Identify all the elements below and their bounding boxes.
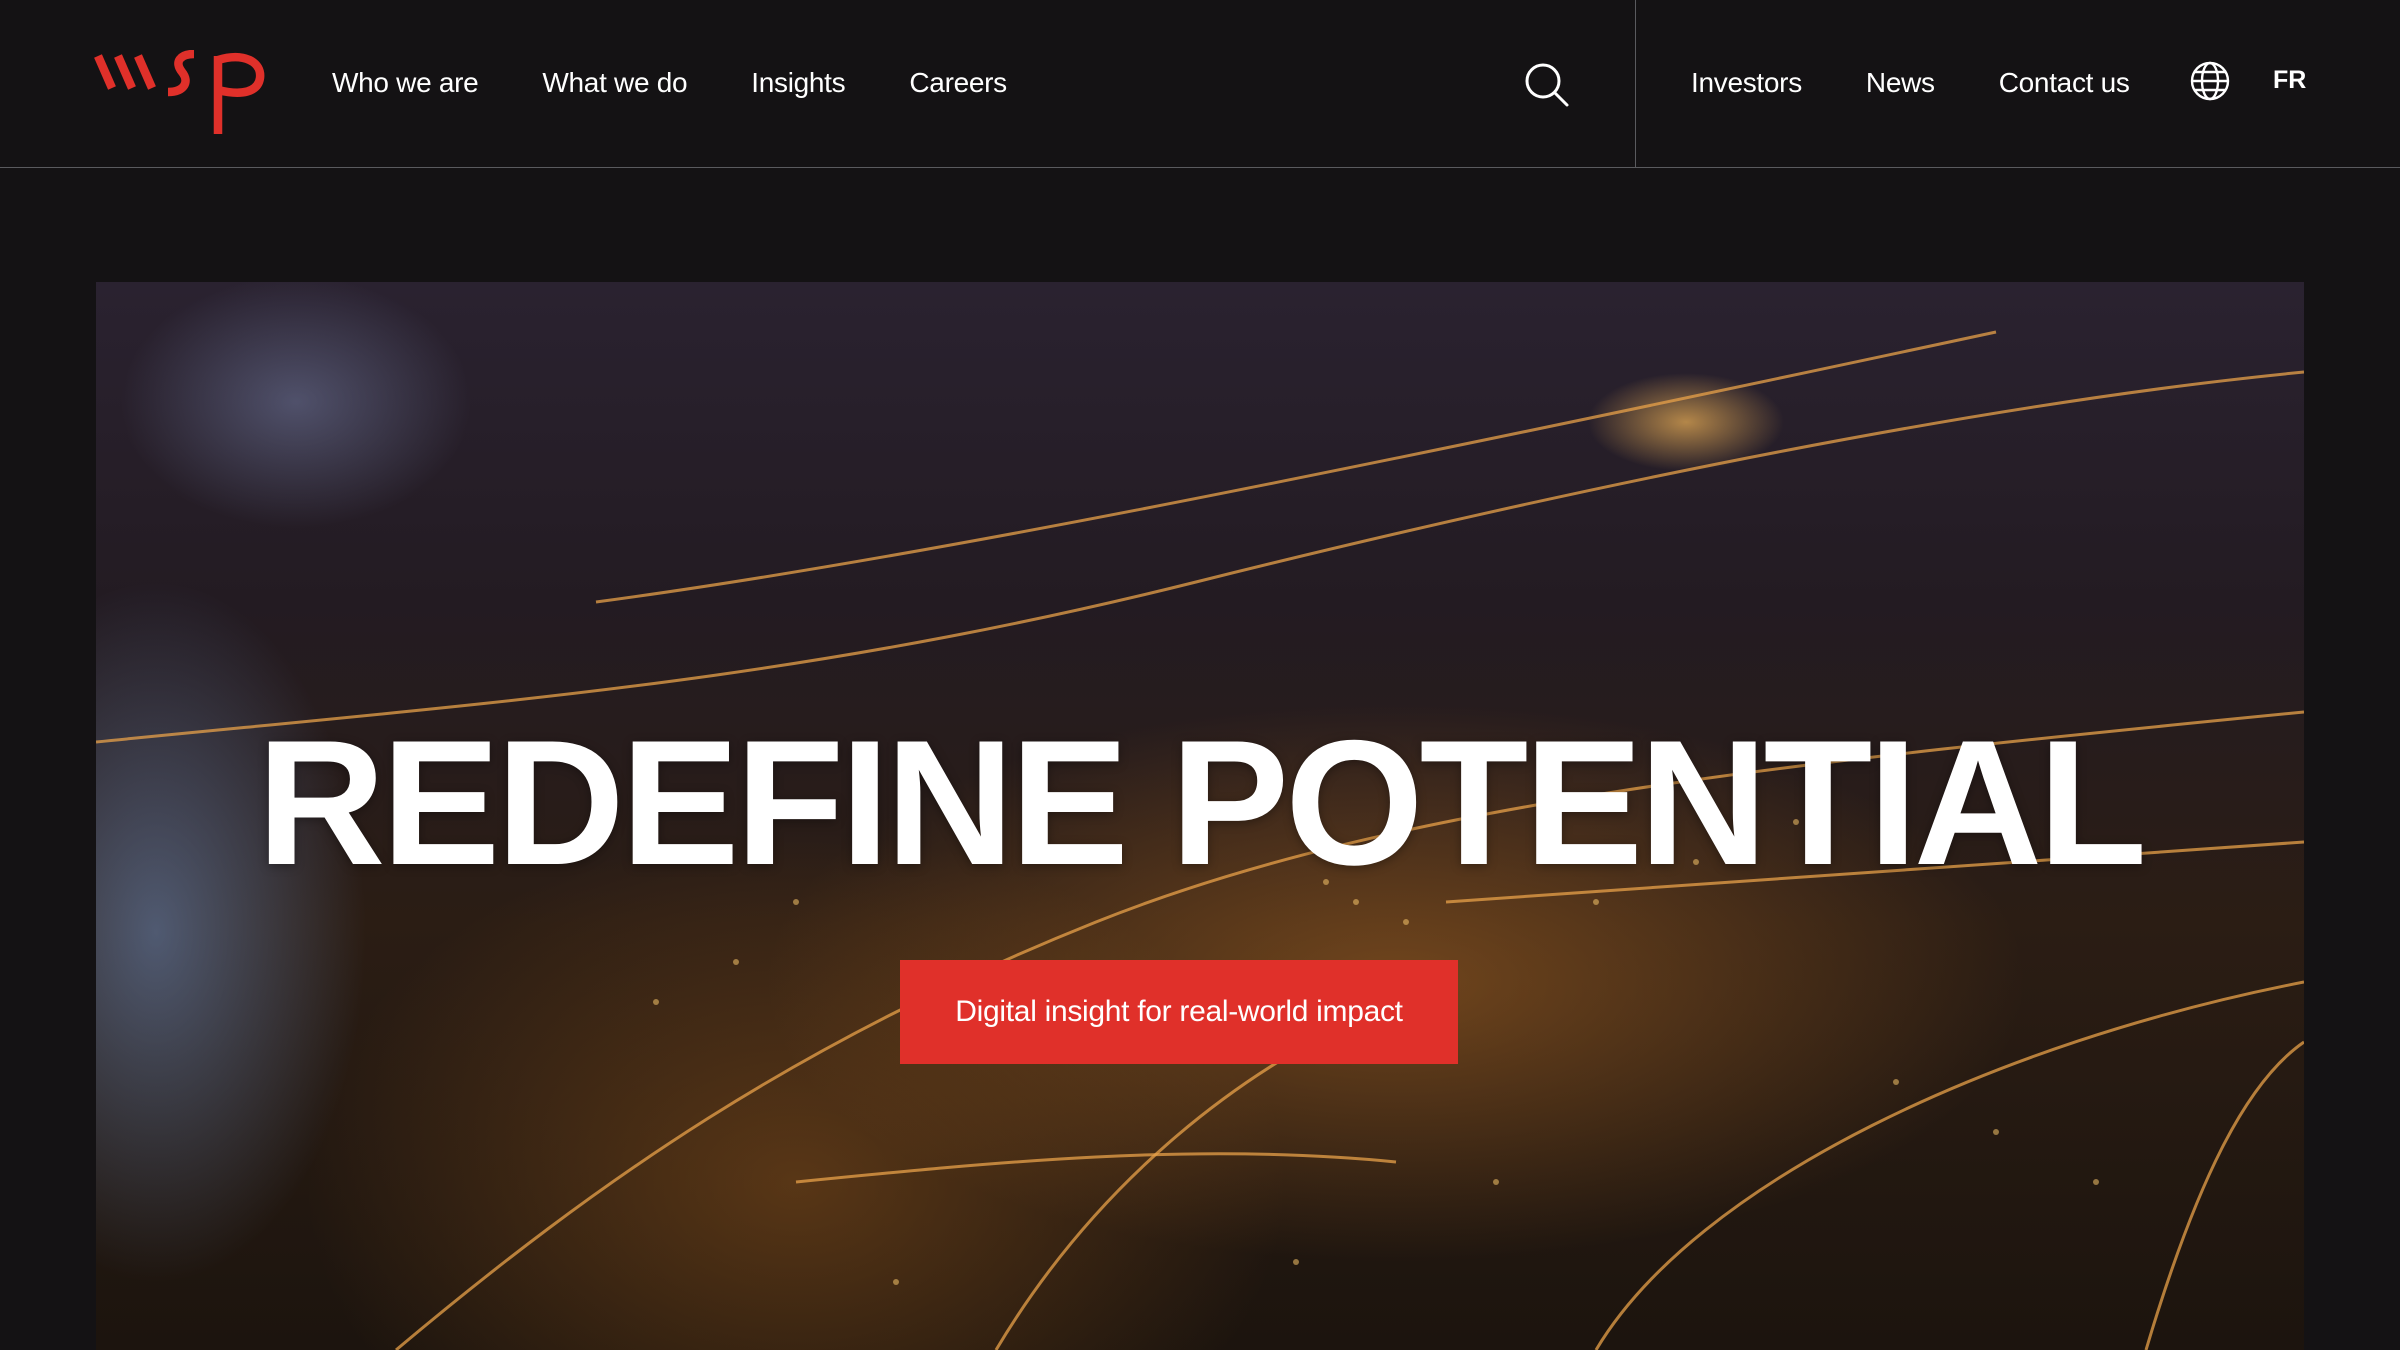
nav-news[interactable]: News <box>1866 67 1935 99</box>
site-header: Who we are What we do Insights Careers I… <box>0 0 2400 168</box>
nav-contact-us[interactable]: Contact us <box>1999 67 2130 99</box>
wsp-logo[interactable] <box>94 50 266 134</box>
hero-banner: REDEFINE POTENTIAL Digital insight for r… <box>96 282 2304 1350</box>
nav-who-we-are[interactable]: Who we are <box>332 67 479 99</box>
globe-icon[interactable] <box>2189 60 2231 102</box>
nav-investors[interactable]: Investors <box>1691 67 1802 99</box>
utility-nav: Investors News Contact us <box>1691 0 2194 166</box>
primary-nav: Who we are What we do Insights Careers <box>332 0 1071 166</box>
hero-title: REDEFINE POTENTIAL <box>256 703 2147 902</box>
search-icon[interactable] <box>1524 62 1570 108</box>
nav-insights[interactable]: Insights <box>751 67 845 99</box>
nav-careers[interactable]: Careers <box>909 67 1007 99</box>
header-divider <box>1635 0 1636 167</box>
language-switch[interactable]: FR <box>2273 66 2306 95</box>
cta-button[interactable]: Digital insight for real-world impact <box>900 960 1458 1064</box>
nav-what-we-do[interactable]: What we do <box>542 67 687 99</box>
